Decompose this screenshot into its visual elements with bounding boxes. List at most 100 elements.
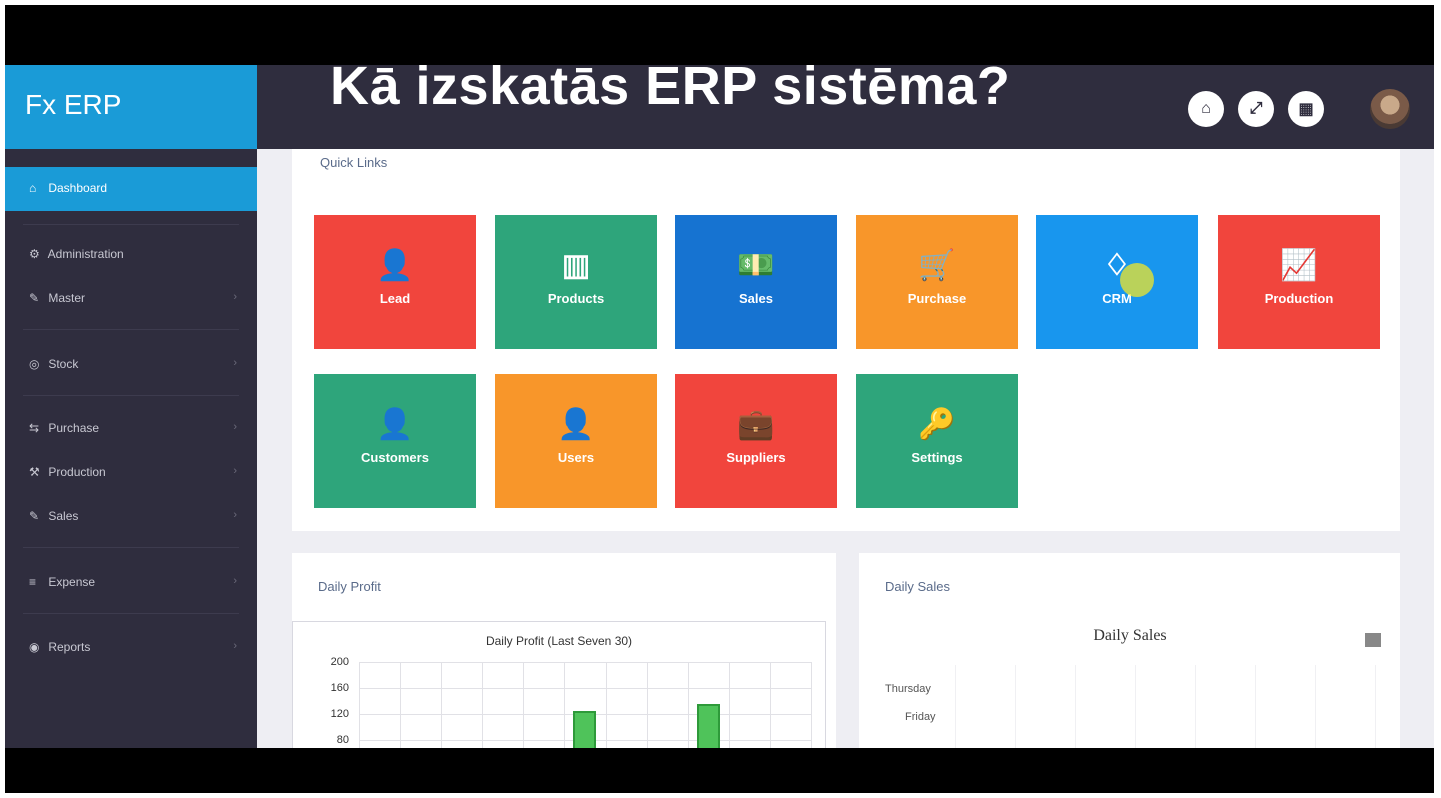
grid-line xyxy=(359,662,360,748)
sidebar-item-label: Expense xyxy=(48,575,96,589)
expand-icon[interactable]: ⤢ xyxy=(1238,91,1274,127)
grid-line xyxy=(646,662,648,748)
grid-line xyxy=(769,662,771,748)
briefcase-icon: 💼 xyxy=(737,408,775,441)
chevron-right-icon: › xyxy=(233,465,237,477)
sidebar-item-label: Dashboard xyxy=(48,181,108,195)
tile-products[interactable]: ▥ Products xyxy=(495,215,657,349)
tile-sales[interactable]: 💵 Sales xyxy=(675,215,837,349)
grid-line xyxy=(955,665,956,748)
tile-label: Purchase xyxy=(907,291,967,306)
grid-line xyxy=(400,662,402,748)
diamond-icon: ♢ xyxy=(1103,249,1131,282)
grid-line xyxy=(1315,665,1316,748)
sidebar-item-master[interactable]: ✎ Master › xyxy=(5,277,257,321)
quick-links-panel: Quick Links 👤 Lead ▥ Products 💵 Sales 🛒 … xyxy=(292,149,1400,531)
panel-title: Daily Sales xyxy=(885,579,951,594)
chevron-right-icon: › xyxy=(233,421,237,433)
key-icon: 🔑 xyxy=(918,408,956,441)
grid-line xyxy=(1135,665,1136,748)
plot-area xyxy=(955,665,1376,748)
tile-purchase[interactable]: 🛒 Purchase xyxy=(856,215,1018,349)
chevron-right-icon: › xyxy=(233,357,237,369)
tile-users[interactable]: 👤 Users xyxy=(495,374,657,508)
sidebar-item-label: Stock xyxy=(48,357,79,371)
cursor-highlight xyxy=(1120,263,1154,297)
tile-label: Suppliers xyxy=(726,450,786,465)
chevron-right-icon: › xyxy=(233,640,237,652)
y-tick-label: 80 xyxy=(336,734,349,746)
daily-profit-panel: Daily Profit Daily Profit (Last Seven 30… xyxy=(292,553,836,748)
sidebar-item-dashboard[interactable]: ⌂ Dashboard xyxy=(5,167,257,211)
cart-icon: 🛒 xyxy=(918,249,956,282)
grid-line xyxy=(1015,665,1016,748)
sidebar-item-label: Administration xyxy=(47,247,124,261)
sidebar-item-label: Master xyxy=(48,291,86,305)
sidebar-item-purchase[interactable]: ⇆ Purchase › xyxy=(5,407,257,451)
edit-icon: ✎ xyxy=(29,291,40,305)
grid-line xyxy=(605,662,607,748)
home-icon: ⌂ xyxy=(29,181,37,195)
grid-line xyxy=(1375,665,1376,748)
sidebar-item-label: Reports xyxy=(48,640,91,654)
user-icon: 👤 xyxy=(557,408,595,441)
y-tick-label: 160 xyxy=(330,682,349,694)
grid-line xyxy=(359,662,811,663)
profit-bar[interactable] xyxy=(573,710,597,748)
wallet-icon: ≡ xyxy=(29,575,37,589)
sidebar-item-stock[interactable]: ◎ Stock › xyxy=(5,343,257,387)
sidebar-item-production[interactable]: ⚒ Production › xyxy=(5,451,257,495)
panel-title: Quick Links xyxy=(320,155,388,170)
sidebar-item-sales[interactable]: ✎ Sales › xyxy=(5,495,257,539)
tag-icon: ✎ xyxy=(29,509,40,523)
factory-icon: ⚒ xyxy=(29,465,40,479)
y-tick-label: 200 xyxy=(330,656,349,668)
grid-line xyxy=(1255,665,1256,748)
tile-label: Lead xyxy=(379,291,411,306)
divider xyxy=(23,395,239,396)
sidebar-item-expense[interactable]: ≡ Expense › xyxy=(5,561,257,605)
grid-line xyxy=(687,662,689,748)
tile-label: Customers xyxy=(361,450,429,465)
row-label: Thursday xyxy=(885,683,931,695)
tile-production[interactable]: 📈 Production xyxy=(1218,215,1380,349)
sidebar-item-reports[interactable]: ◉ Reports › xyxy=(5,626,257,670)
divider xyxy=(23,547,239,548)
report-icon: ◉ xyxy=(29,640,40,654)
sidebar-item-administration[interactable]: ⚙ Administration xyxy=(5,233,257,277)
chevron-right-icon: › xyxy=(233,291,237,303)
grid-line xyxy=(728,662,730,748)
chevron-right-icon: › xyxy=(233,509,237,521)
y-tick-label: 120 xyxy=(330,708,349,720)
tile-label: Users xyxy=(557,450,595,465)
brand-logo[interactable]: Fx ERP xyxy=(5,65,257,149)
tile-lead[interactable]: 👤 Lead xyxy=(314,215,476,349)
header-actions: ⌂ ⤢ ▦ xyxy=(1188,91,1324,127)
home-icon[interactable]: ⌂ xyxy=(1188,91,1224,127)
sidebar: ⌂ Dashboard ⚙ Administration ✎ Master › … xyxy=(5,149,257,748)
daily-profit-chart: Daily Profit (Last Seven 30) 200 160 120… xyxy=(292,621,826,748)
user-icon: 👤 xyxy=(376,249,414,282)
money-icon: 💵 xyxy=(737,249,775,282)
box-icon: ◎ xyxy=(29,357,40,371)
gear-icon: ⚙ xyxy=(29,247,40,261)
grid-line xyxy=(359,688,811,689)
calendar-icon[interactable]: ▦ xyxy=(1288,91,1324,127)
user-icon: 👤 xyxy=(376,408,414,441)
chart-icon: 📈 xyxy=(1280,249,1318,282)
grid-line xyxy=(1075,665,1076,748)
tile-customers[interactable]: 👤 Customers xyxy=(314,374,476,508)
tile-suppliers[interactable]: 💼 Suppliers xyxy=(675,374,837,508)
sidebar-item-label: Purchase xyxy=(48,421,100,435)
row-label: Friday xyxy=(905,711,936,723)
chart-title: Daily Sales xyxy=(1093,627,1167,644)
tile-settings[interactable]: 🔑 Settings xyxy=(856,374,1018,508)
barcode-icon: ▥ xyxy=(561,249,591,282)
daily-sales-chart: Daily Sales Thursday Friday xyxy=(865,615,1395,748)
menu-icon[interactable] xyxy=(1365,633,1381,647)
tile-crm[interactable]: ♢ CRM xyxy=(1036,215,1198,349)
tile-label: Settings xyxy=(911,450,963,465)
profit-bar[interactable] xyxy=(696,704,720,748)
chart-title: Daily Profit (Last Seven 30) xyxy=(485,634,633,648)
user-avatar[interactable] xyxy=(1370,89,1410,129)
